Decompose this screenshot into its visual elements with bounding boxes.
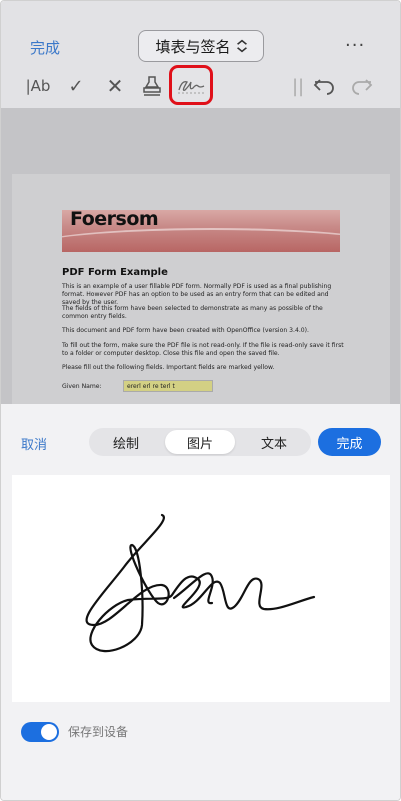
text-tool-button[interactable]: |Ab: [24, 71, 52, 101]
document-paragraph: This is an example of a user fillable PD…: [62, 283, 332, 306]
more-icon[interactable]: ···: [345, 35, 365, 56]
signature-canvas[interactable]: [12, 475, 390, 702]
given-name-label: Given Name:: [62, 383, 102, 390]
signature-tool-button[interactable]: [169, 65, 213, 105]
done-button[interactable]: 完成: [318, 428, 381, 456]
cross-tool-button[interactable]: ✕: [104, 71, 126, 101]
cancel-button[interactable]: 取消: [21, 434, 47, 453]
signature-sheet: 取消 绘制 图片 文本 完成 保存到设备: [1, 404, 400, 800]
save-to-device-toggle[interactable]: [21, 722, 59, 742]
document-paragraph: To fill out the form, make sure the PDF …: [62, 342, 344, 357]
redo-icon[interactable]: [349, 71, 375, 101]
document-paragraph: The fields of this form have been select…: [62, 305, 323, 320]
checkmark-tool-button[interactable]: ✓: [65, 71, 87, 101]
stamp-icon[interactable]: [140, 71, 164, 101]
nav-done-button[interactable]: 完成: [30, 37, 60, 58]
save-to-device-label: 保存到设备: [68, 725, 129, 739]
document-paragraph: This document and PDF form have been cre…: [62, 327, 309, 334]
signature-image: [85, 513, 316, 653]
chevron-updown-icon: [236, 39, 247, 53]
tab-text[interactable]: 文本: [239, 430, 309, 454]
mode-title: 填表与签名: [155, 37, 231, 56]
screen: 完成 填表与签名 ··· |Ab ✓ ✕ || Foersom PDF Form: [0, 0, 401, 801]
document-heading: PDF Form Example: [62, 267, 168, 278]
tab-draw[interactable]: 绘制: [91, 430, 161, 454]
toolbar-separator: ||: [291, 75, 305, 97]
brand-logo: Foersom: [70, 208, 159, 230]
signature-mode-tabs: 绘制 图片 文本: [89, 428, 311, 456]
pdf-page: Foersom PDF Form Example This is an exam…: [12, 174, 390, 404]
top-toolbar: 完成 填表与签名 ··· |Ab ✓ ✕ ||: [1, 1, 400, 108]
signature-icon: [178, 81, 205, 94]
undo-icon[interactable]: [311, 71, 337, 101]
toggle-knob: [41, 724, 57, 740]
given-name-field[interactable]: ererl erl re terl t: [123, 380, 213, 392]
tab-image[interactable]: 图片: [165, 430, 235, 454]
document-paragraph: Please fill out the following fields. Im…: [62, 364, 275, 371]
document-viewer[interactable]: Foersom PDF Form Example This is an exam…: [1, 108, 400, 404]
mode-selector[interactable]: 填表与签名: [138, 30, 264, 62]
